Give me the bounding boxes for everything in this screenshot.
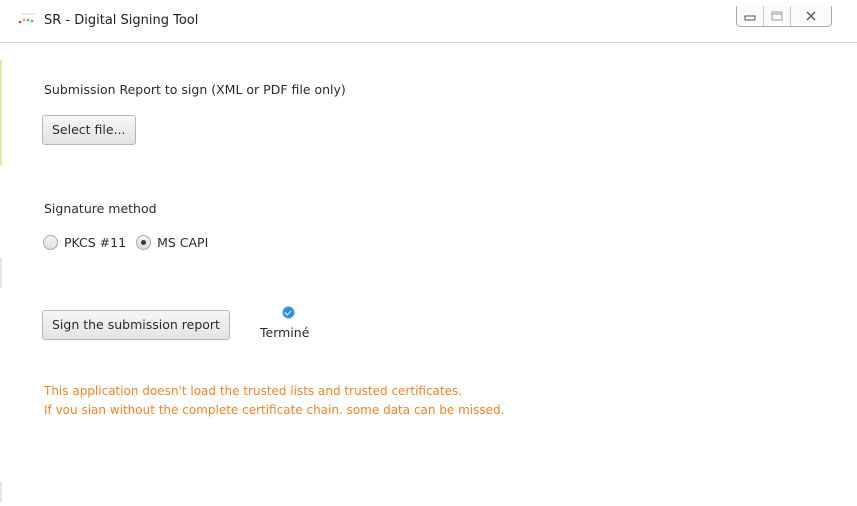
maximize-icon (771, 11, 783, 21)
file-section-label: Submission Report to sign (XML or PDF fi… (44, 82, 346, 97)
radio-pkcs11-label: PKCS #11 (64, 235, 127, 250)
title-bar: SR - Digital Signing Tool (0, 0, 857, 43)
radio-pkcs11-indicator[interactable] (43, 235, 58, 250)
warning-line-1: This application doesn't load the truste… (44, 384, 463, 398)
radio-pkcs11[interactable]: PKCS #11 (43, 235, 126, 250)
radio-ms-capi[interactable]: MS CAPI (136, 235, 208, 250)
close-icon (806, 11, 816, 21)
sign-report-button[interactable]: Sign the submission report (42, 310, 230, 340)
status-text: Terminé (260, 325, 310, 340)
signature-method-label: Signature method (44, 201, 157, 216)
maximize-button[interactable] (763, 6, 790, 26)
minimize-icon (744, 15, 756, 21)
window-edge-mark (0, 258, 2, 288)
close-button[interactable] (790, 6, 831, 26)
radio-ms-capi-indicator[interactable] (136, 235, 152, 250)
radio-ms-capi-label: MS CAPI (157, 235, 209, 250)
warning-line-2: If vou sian without the complete certifi… (44, 403, 505, 417)
checkmark-icon (282, 306, 295, 319)
signature-method-radio-group: PKCS #11 MS CAPI (43, 235, 218, 250)
window-title: SR - Digital Signing Tool (44, 13, 199, 28)
minimize-button[interactable] (737, 6, 763, 26)
window-edge-mark (0, 482, 2, 502)
window-controls (736, 6, 832, 27)
window-edge-accent (0, 60, 2, 165)
select-file-button[interactable]: Select file... (42, 115, 136, 145)
app-logo-icon (18, 13, 36, 24)
